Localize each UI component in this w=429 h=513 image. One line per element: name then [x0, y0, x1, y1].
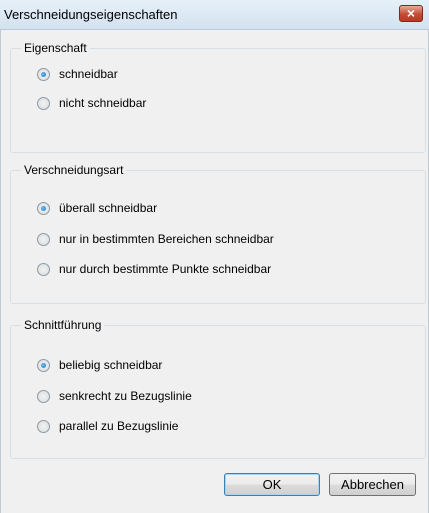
radio-nicht-schneidbar[interactable]: nicht schneidbar [37, 94, 146, 112]
radio-button-icon[interactable] [37, 389, 50, 403]
group-legend-schnittfuehrung: Schnittführung [21, 318, 105, 332]
radio-ueberall-schneidbar[interactable]: überall schneidbar [37, 199, 157, 217]
radio-button-checked-icon[interactable] [37, 67, 50, 81]
radio-nur-in-bereichen[interactable]: nur in bestimmten Bereichen schneidbar [37, 230, 274, 248]
radio-label: beliebig schneidbar [59, 358, 163, 372]
radio-button-icon[interactable] [37, 232, 50, 246]
radio-nur-durch-punkte[interactable]: nur durch bestimmte Punkte schneidbar [37, 260, 271, 278]
group-eigenschaft: Eigenschaft schneidbar nicht schneidbar [10, 41, 426, 153]
radio-button-icon[interactable] [37, 419, 50, 433]
group-verschneidungsart: Verschneidungsart überall schneidbar nur… [10, 163, 426, 304]
title-bar[interactable]: Verschneidungseigenschaften × [0, 0, 429, 30]
radio-schneidbar[interactable]: schneidbar [37, 65, 118, 83]
group-legend-verschneidungsart: Verschneidungsart [21, 163, 127, 177]
radio-label: überall schneidbar [59, 201, 158, 215]
cancel-button[interactable]: Abbrechen [329, 473, 416, 496]
dialog-body: Eigenschaft schneidbar nicht schneidbar … [0, 30, 429, 513]
radio-button-checked-icon[interactable] [37, 358, 50, 372]
radio-button-checked-icon[interactable] [37, 201, 50, 215]
radio-label: parallel zu Bezugslinie [59, 419, 179, 433]
close-button[interactable]: × [399, 5, 423, 22]
radio-label: nur durch bestimmte Punkte schneidbar [59, 262, 272, 276]
group-schnittfuehrung: Schnittführung beliebig schneidbar senkr… [10, 318, 426, 459]
radio-label: senkrecht zu Bezugslinie [59, 389, 192, 403]
radio-button-icon[interactable] [37, 96, 50, 110]
radio-label: nur in bestimmten Bereichen schneidbar [59, 232, 274, 246]
window-title: Verschneidungseigenschaften [4, 7, 178, 22]
radio-senkrecht[interactable]: senkrecht zu Bezugslinie [37, 387, 192, 405]
close-icon: × [406, 5, 416, 21]
radio-label: schneidbar [59, 67, 118, 81]
radio-button-icon[interactable] [37, 262, 50, 276]
radio-parallel[interactable]: parallel zu Bezugslinie [37, 417, 178, 435]
radio-label: nicht schneidbar [59, 96, 147, 110]
radio-beliebig-schneidbar[interactable]: beliebig schneidbar [37, 356, 162, 374]
group-legend-eigenschaft: Eigenschaft [21, 41, 90, 55]
ok-button[interactable]: OK [224, 473, 320, 496]
